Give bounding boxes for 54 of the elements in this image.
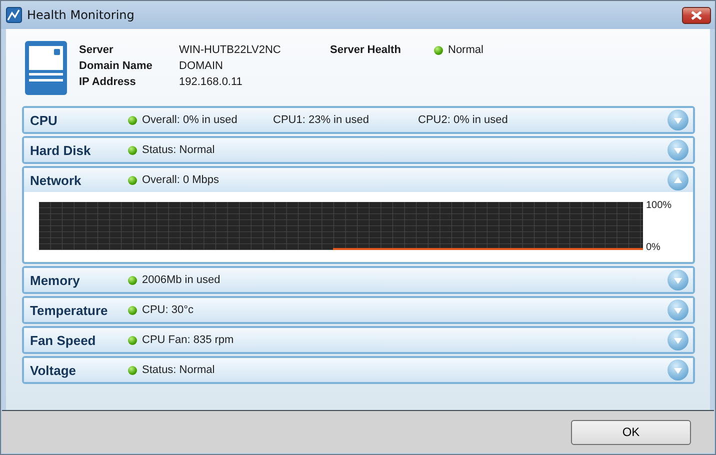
section-title: Temperature xyxy=(30,302,109,318)
section-header[interactable]: CPU Overall: 0% in used CPU1: 23% in used CPU2: 0% in used xyxy=(24,108,693,132)
status-text: CPU2: 0% in used xyxy=(418,114,508,126)
section-header[interactable]: Memory 2006Mb in used xyxy=(24,268,693,292)
status-dot xyxy=(128,336,137,344)
section-title: Network xyxy=(30,172,82,188)
collapse-icon[interactable] xyxy=(667,169,689,191)
status-dot xyxy=(128,116,137,124)
section-title: Voltage xyxy=(30,362,77,378)
status-text: Normal xyxy=(448,44,484,56)
status-text: CPU Fan: 835 rpm xyxy=(142,334,234,346)
server-icon xyxy=(25,41,67,95)
section-header[interactable]: Fan Speed CPU Fan: 835 rpm xyxy=(24,328,693,352)
expand-icon[interactable] xyxy=(667,269,689,291)
section-header[interactable]: Temperature CPU: 30°c xyxy=(24,298,693,322)
axis-label: 100% xyxy=(646,200,672,211)
ok-button[interactable]: OK xyxy=(571,420,691,444)
field-label: Domain Name xyxy=(79,60,154,72)
field-value: WIN-HUTB22LV2NC xyxy=(179,44,282,56)
expand-icon[interactable] xyxy=(667,139,689,161)
status-text: 2006Mb in used xyxy=(142,274,220,286)
section-header[interactable]: Hard Disk Status: Normal xyxy=(24,138,693,162)
field-label: Server xyxy=(79,44,114,56)
status-dot xyxy=(128,276,137,284)
field-label: IP Address xyxy=(79,76,137,88)
section-title: Hard Disk xyxy=(30,142,92,158)
status-dot xyxy=(128,366,137,374)
status-text: Overall: 0% in used xyxy=(142,114,238,126)
section-header[interactable]: Voltage Status: Normal xyxy=(24,358,693,382)
status-dot xyxy=(128,146,137,154)
expand-icon[interactable] xyxy=(667,299,689,321)
section-title: Fan Speed xyxy=(30,332,97,348)
section-title: Memory xyxy=(30,272,81,288)
expand-icon[interactable] xyxy=(667,359,689,381)
section-header[interactable]: Network Overall: 0 Mbps xyxy=(24,168,693,192)
close-icon xyxy=(691,10,702,20)
status-dot xyxy=(128,306,137,314)
status-text: Status: Normal xyxy=(142,144,215,156)
axis-label: 0% xyxy=(646,242,662,253)
field-value: DOMAIN xyxy=(179,60,224,72)
app-icon xyxy=(6,7,22,23)
field-value: 192.168.0.11 xyxy=(179,76,244,88)
status-text: CPU1: 23% in used xyxy=(273,114,369,126)
status-dot xyxy=(128,176,137,184)
section-title: CPU xyxy=(30,112,58,128)
window-title: Health Monitoring xyxy=(27,8,134,22)
close-button[interactable] xyxy=(682,6,711,24)
status-text: Status: Normal xyxy=(142,364,215,376)
status-text: CPU: 30°c xyxy=(142,304,194,316)
expand-icon[interactable] xyxy=(667,329,689,351)
field-label: Server Health xyxy=(330,44,402,56)
status-dot xyxy=(434,46,443,54)
status-text: Overall: 0 Mbps xyxy=(142,174,220,186)
expand-icon[interactable] xyxy=(667,109,689,131)
